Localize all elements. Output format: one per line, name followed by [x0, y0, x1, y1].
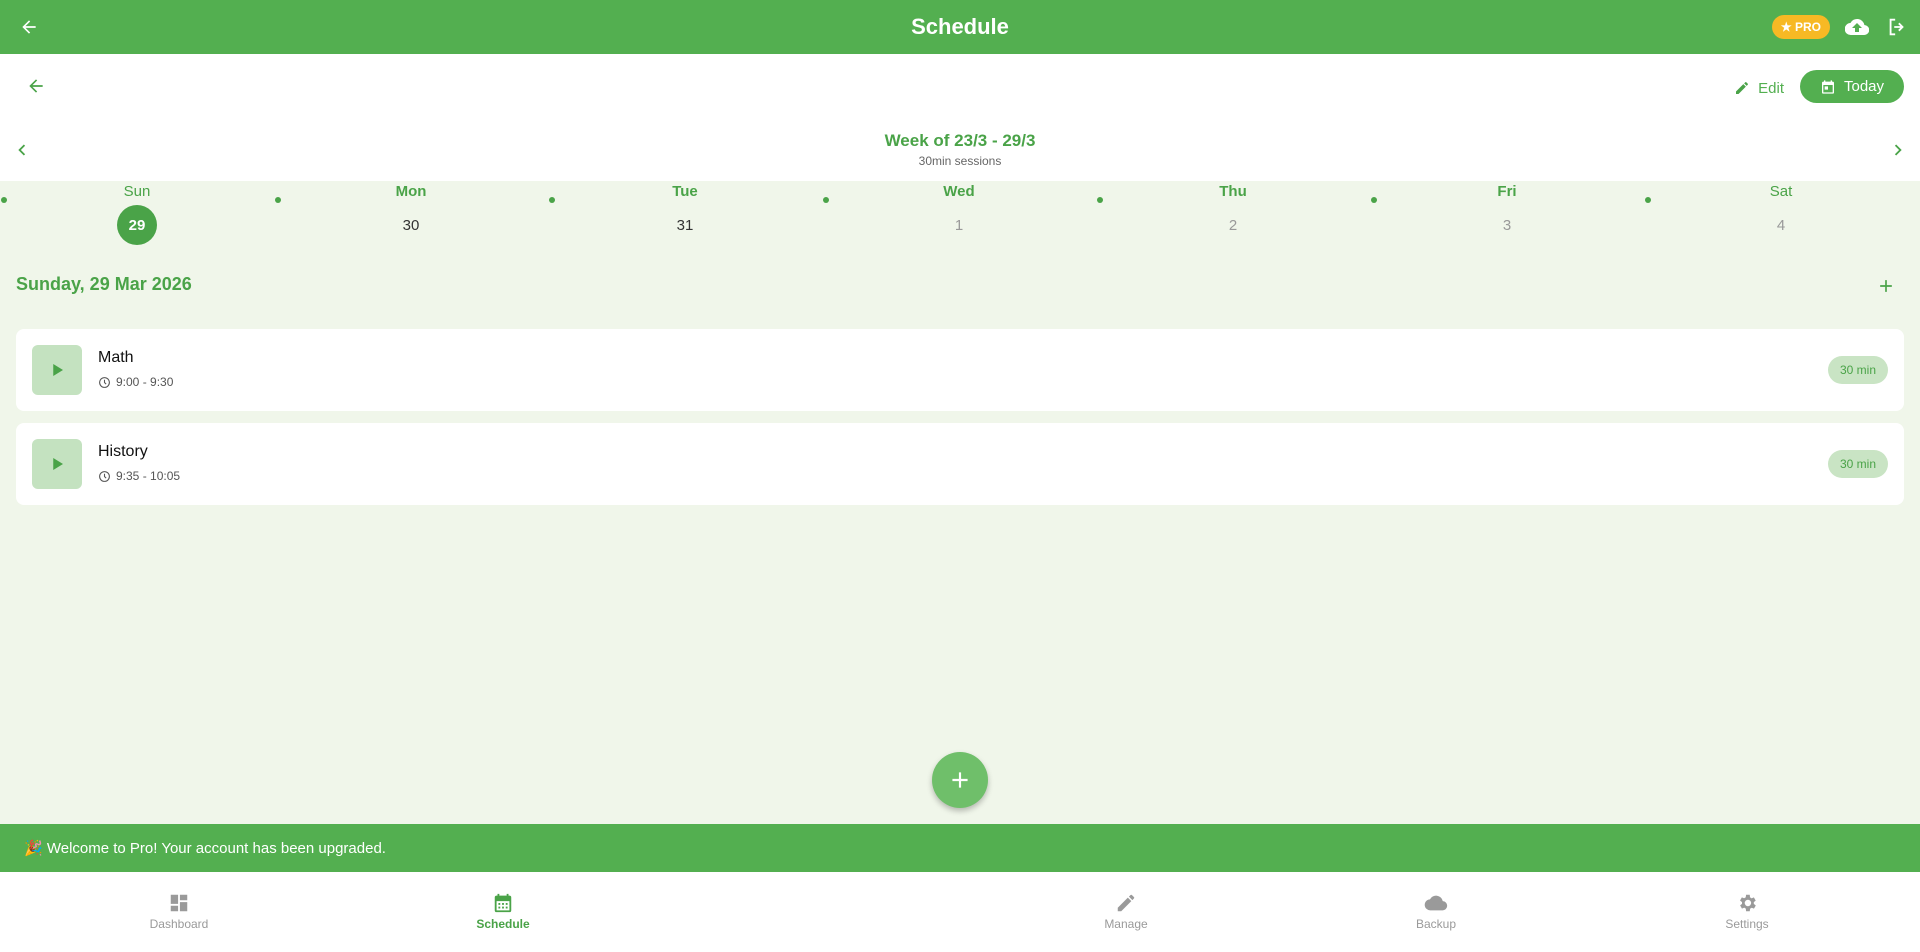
nav-label: Dashboard	[149, 917, 209, 931]
add-fab-button[interactable]	[932, 752, 988, 808]
day-sunday[interactable]: Sun 29	[0, 181, 274, 245]
day-name: Sat	[1769, 183, 1793, 200]
day-saturday[interactable]: Sat 4	[1644, 181, 1918, 245]
day-number: 2	[1228, 216, 1238, 234]
day-name: Wed	[943, 183, 975, 200]
clock-icon	[99, 376, 110, 388]
day-wednesday[interactable]: Wed 1	[822, 181, 1096, 245]
edit-label: Edit	[1758, 79, 1784, 97]
week-subtitle: 30min sessions	[918, 154, 1002, 168]
snackbar-text: 🎉 Welcome to Pro! Your account has been …	[24, 840, 386, 857]
day-number: 31	[676, 216, 694, 234]
plus-icon	[952, 772, 968, 788]
nav-dashboard[interactable]: Dashboard	[109, 872, 249, 952]
day-number: 30	[402, 216, 420, 234]
day-number-selected: 29	[117, 205, 157, 245]
play-icon	[53, 364, 63, 376]
day-name: Sun	[123, 183, 151, 200]
nav-manage[interactable]: Manage	[1056, 872, 1196, 952]
logout-button[interactable]	[1884, 14, 1910, 40]
duration-badge: 30 min	[1827, 356, 1888, 384]
day-name: Mon	[395, 183, 427, 200]
add-session-button[interactable]	[1872, 272, 1900, 300]
week-header: Edit Today Week of 23/3 - 29/3 30min ses…	[0, 54, 1920, 181]
day-number: 4	[1776, 216, 1786, 234]
day-number: 1	[954, 216, 964, 234]
arrow-left-icon	[29, 79, 43, 93]
next-week-button[interactable]	[1886, 138, 1910, 162]
cloud-upload-icon	[1845, 18, 1869, 36]
play-button[interactable]	[32, 345, 82, 395]
logout-icon	[1889, 18, 1904, 36]
calendar-icon	[494, 893, 512, 913]
day-strip: Sun 29 Mon 30 Tue 31 Wed 1 Thu 2 Fri 3 S…	[0, 181, 1920, 245]
today-label: Today	[1843, 78, 1885, 95]
arrow-left-icon	[22, 20, 36, 34]
nav-settings[interactable]: Settings	[1677, 872, 1817, 952]
app-bar: Schedule ★ PRO	[0, 0, 1920, 54]
back-button-secondary[interactable]	[22, 72, 50, 100]
play-icon	[53, 458, 63, 470]
session-time-row: 9:00 - 9:30	[98, 375, 173, 389]
day-name: Tue	[672, 183, 698, 200]
pencil-icon	[1736, 82, 1749, 94]
day-friday[interactable]: Fri 3	[1370, 181, 1644, 245]
nav-label: Settings	[1725, 917, 1769, 931]
nav-label: Manage	[1104, 917, 1148, 931]
day-number: 3	[1502, 216, 1512, 234]
week-title: Week of 23/3 - 29/3	[884, 131, 1036, 150]
bottom-nav: Dashboard Schedule Manage Backup Setting…	[0, 872, 1920, 952]
plus-icon	[1880, 280, 1892, 292]
today-button[interactable]: Today	[1800, 70, 1904, 103]
nav-backup[interactable]: Backup	[1366, 872, 1506, 952]
pencil-icon	[1117, 894, 1135, 912]
session-time: 9:35 - 10:05	[116, 469, 181, 483]
dashboard-icon	[170, 894, 188, 912]
calendar-today-icon	[1821, 79, 1834, 94]
back-button[interactable]	[14, 12, 44, 42]
nav-label: Backup	[1415, 917, 1457, 931]
app-title: Schedule	[911, 14, 1009, 39]
day-thursday[interactable]: Thu 2	[1096, 181, 1370, 245]
session-time: 9:00 - 9:30	[116, 375, 174, 389]
clock-icon	[99, 470, 110, 482]
session-time-row: 9:35 - 10:05	[98, 469, 180, 483]
nav-schedule[interactable]: Schedule	[433, 872, 573, 952]
cloud-upload-button[interactable]	[1844, 14, 1870, 40]
day-monday[interactable]: Mon 30	[274, 181, 548, 245]
snackbar: 🎉 Welcome to Pro! Your account has been …	[0, 824, 1920, 872]
duration-badge: 30 min	[1827, 450, 1888, 478]
play-button[interactable]	[32, 439, 82, 489]
session-card[interactable]: History 9:35 - 10:05 30 min	[16, 423, 1904, 505]
session-card[interactable]: Math 9:00 - 9:30 30 min	[16, 329, 1904, 411]
pro-badge[interactable]: ★ PRO	[1771, 15, 1830, 39]
selected-date-heading: Sunday, 29 Mar 2026	[16, 274, 192, 294]
nav-label: Schedule	[476, 917, 530, 931]
day-name: Thu	[1219, 183, 1247, 200]
cloud-icon	[1424, 895, 1448, 911]
day-tuesday[interactable]: Tue 31	[548, 181, 822, 245]
edit-button[interactable]: Edit	[1734, 74, 1784, 102]
chevron-right-icon	[1894, 144, 1902, 156]
gear-icon	[1740, 894, 1756, 912]
day-name: Fri	[1497, 183, 1517, 200]
session-name: Math	[98, 349, 134, 366]
session-name: History	[98, 443, 148, 460]
